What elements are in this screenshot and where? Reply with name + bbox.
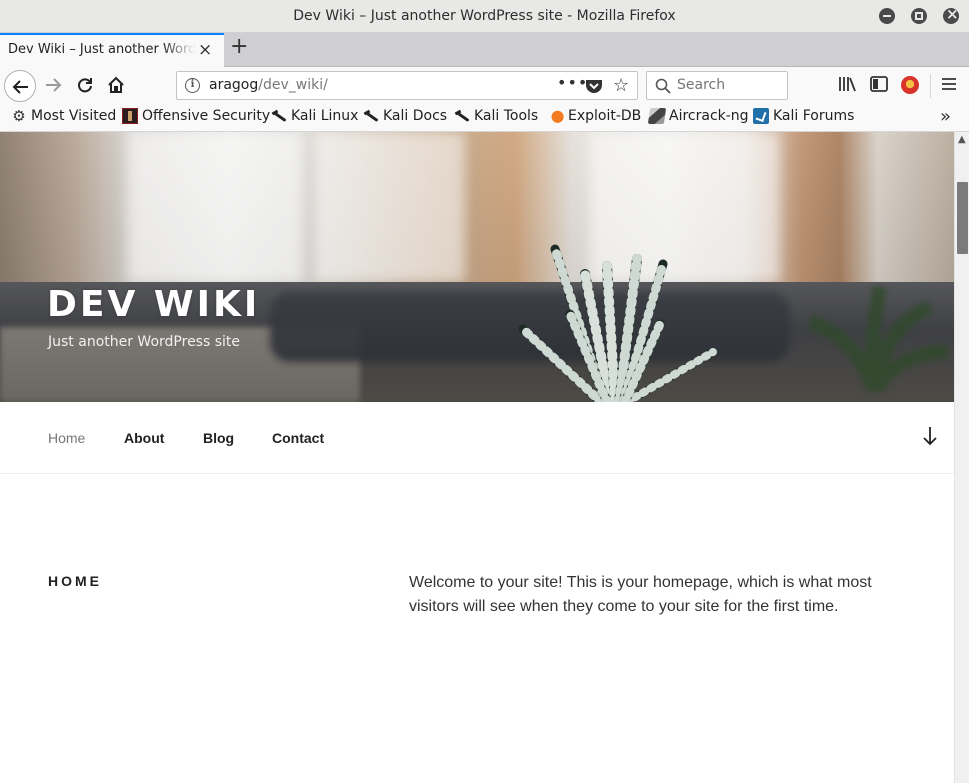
minimize-button[interactable]	[879, 8, 895, 24]
home-icon[interactable]	[107, 76, 125, 94]
back-arrow-icon	[12, 80, 28, 94]
site-title[interactable]: DEV WIKI	[47, 284, 260, 325]
back-button[interactable]	[4, 70, 36, 102]
site-tagline: Just another WordPress site	[48, 334, 241, 350]
blurred-plant	[807, 285, 949, 392]
arrow-down-icon[interactable]	[922, 426, 938, 446]
bookmark-label: Offensive Security	[142, 108, 271, 124]
forward-arrow-icon[interactable]	[44, 76, 62, 94]
kali-forums-icon	[753, 108, 769, 124]
url-text[interactable]: aragog/dev_wiki/	[209, 77, 328, 93]
window-light	[315, 132, 465, 282]
bookmarks-toolbar: ⚙ Most Visited Offensive Security Kali Li…	[0, 104, 969, 132]
bookmark-most-visited[interactable]: ⚙ Most Visited	[11, 108, 116, 124]
url-bar[interactable]: i aragog/dev_wiki/ ••• ☆	[176, 71, 638, 100]
window-title: Dev Wiki – Just another WordPress site -…	[293, 8, 676, 24]
bookmark-star-icon[interactable]: ☆	[613, 75, 629, 96]
page-viewport: DEV WIKI Just another WordPress site Hom…	[0, 132, 954, 783]
bookmark-kali-docs[interactable]: Kali Docs	[363, 108, 447, 124]
exploit-db-icon	[548, 108, 564, 124]
bookmark-label: Kali Docs	[383, 108, 448, 124]
tab-title: Dev Wiki – Just another WordPress site	[8, 42, 196, 57]
offsec-icon	[122, 108, 138, 124]
kali-icon	[454, 108, 470, 124]
toolbar-separator	[930, 74, 931, 98]
extension-icon[interactable]	[901, 76, 919, 94]
bookmark-offensive-security[interactable]: Offensive Security	[122, 108, 270, 124]
tab-dev-wiki[interactable]: Dev Wiki – Just another WordPress site ×	[0, 33, 224, 67]
page-content: Welcome to your site! This is your homep…	[409, 574, 872, 615]
aircrack-icon	[647, 108, 667, 124]
sidebar-icon[interactable]	[870, 76, 888, 92]
navigation-toolbar: i aragog/dev_wiki/ ••• ☆	[0, 67, 969, 104]
nav-item-blog[interactable]: Blog	[203, 430, 234, 446]
bookmark-aircrack-ng[interactable]: Aircrack-ng	[647, 108, 749, 124]
succulent-plant	[518, 244, 717, 402]
bookmark-label: Kali Forums	[773, 108, 855, 124]
hamburger-menu-icon[interactable]	[941, 77, 957, 91]
new-tab-plus-icon[interactable]: +	[230, 34, 248, 59]
page-title: HOME	[48, 573, 102, 589]
kali-icon	[363, 108, 379, 124]
bookmark-kali-forums[interactable]: Kali Forums	[753, 108, 854, 124]
browser-window: Dev Wiki – Just another WordPress site -…	[0, 0, 969, 783]
nav-item-home[interactable]: Home	[48, 430, 85, 446]
bookmark-label: Kali Tools	[474, 108, 539, 124]
vertical-scrollbar[interactable]: ▲	[954, 132, 969, 783]
site-navigation: Home About Blog Contact	[0, 402, 954, 474]
site-info-icon[interactable]: i	[185, 78, 200, 93]
bookmark-label: Aircrack-ng	[669, 108, 749, 124]
library-icon[interactable]	[838, 76, 856, 92]
tab-strip: Dev Wiki – Just another WordPress site ×…	[0, 33, 969, 67]
reload-icon[interactable]	[76, 76, 94, 94]
pocket-icon[interactable]	[585, 78, 603, 94]
window-light	[128, 132, 303, 282]
bookmark-kali-tools[interactable]: Kali Tools	[454, 108, 538, 124]
search-input[interactable]	[677, 77, 782, 93]
bookmark-label: Exploit-DB	[568, 108, 642, 124]
bookmark-exploit-db[interactable]: Exploit-DB	[548, 108, 641, 124]
nav-item-contact[interactable]: Contact	[272, 430, 324, 446]
bookmark-label: Kali Linux	[291, 108, 359, 124]
bookmark-label: Most Visited	[31, 108, 117, 124]
bookmark-kali-linux[interactable]: Kali Linux	[271, 108, 358, 124]
bookmarks-overflow-icon[interactable]: »	[940, 106, 951, 127]
url-host: aragog	[209, 77, 259, 93]
search-bar[interactable]	[646, 71, 788, 100]
close-tab-icon[interactable]: ×	[198, 40, 212, 60]
title-bar: Dev Wiki – Just another WordPress site -…	[0, 0, 969, 33]
url-path: /dev_wiki/	[258, 77, 328, 93]
page-actions-icon[interactable]: •••	[557, 73, 588, 92]
scroll-up-arrow-icon[interactable]: ▲	[958, 134, 966, 145]
scrollbar-thumb[interactable]	[957, 182, 968, 254]
kali-icon	[271, 108, 287, 124]
header-image: DEV WIKI Just another WordPress site	[0, 132, 954, 402]
gear-icon: ⚙	[12, 107, 26, 125]
nav-item-about[interactable]: About	[124, 430, 164, 446]
maximize-button[interactable]	[911, 8, 927, 24]
close-window-button[interactable]	[943, 5, 959, 24]
search-icon	[655, 78, 671, 94]
